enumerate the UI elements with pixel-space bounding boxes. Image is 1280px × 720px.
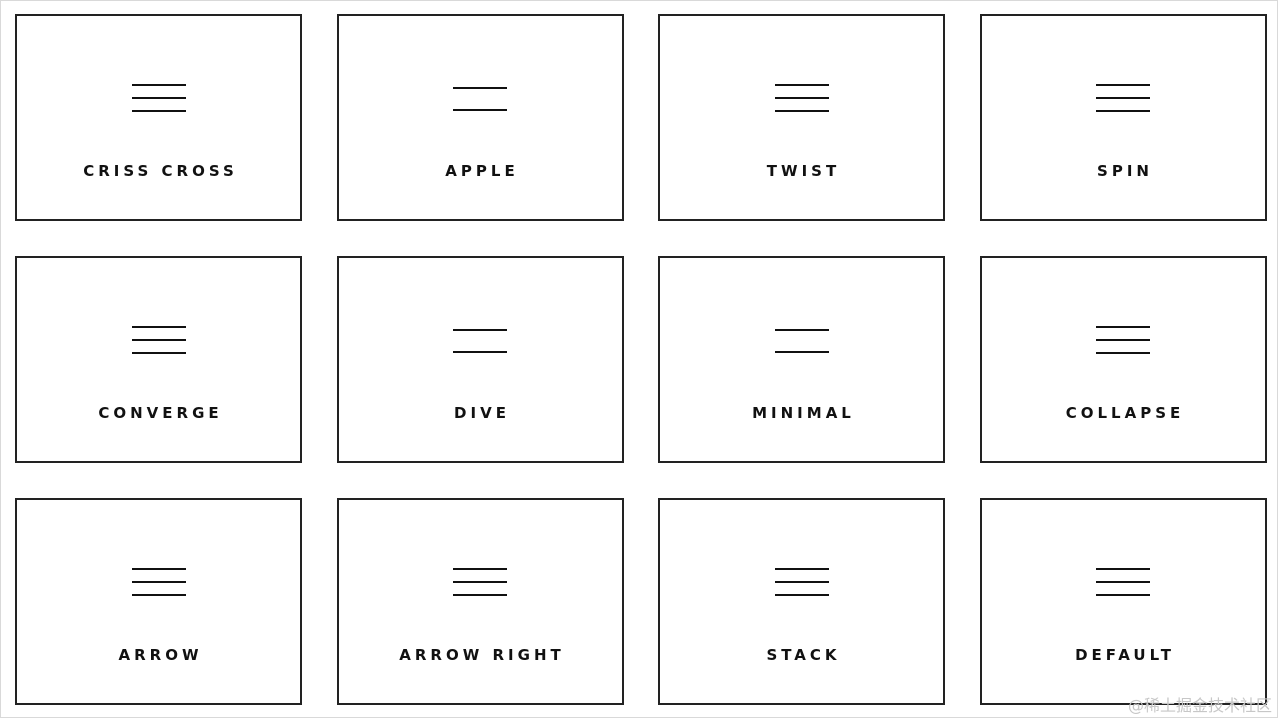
icon-line bbox=[131, 594, 186, 596]
icon-line bbox=[131, 339, 186, 341]
card-collapse[interactable]: COLLAPSE bbox=[979, 256, 1267, 463]
icon-line bbox=[453, 568, 507, 570]
card-label: SPIN bbox=[1097, 162, 1153, 180]
icon-line bbox=[131, 326, 186, 328]
hamburger-menu-icon[interactable] bbox=[131, 324, 186, 354]
card-criss-cross[interactable]: CRISS CROSS bbox=[15, 14, 302, 221]
icon-line bbox=[131, 97, 186, 99]
card-arrow-right[interactable]: ARROW RIGHT bbox=[336, 498, 624, 705]
card-label: APPLE bbox=[445, 162, 519, 180]
card-label: TWIST bbox=[766, 162, 841, 180]
hamburger-menu-icon[interactable] bbox=[131, 82, 186, 112]
icon-line bbox=[1096, 339, 1150, 341]
card-label: DEFAULT bbox=[1075, 646, 1175, 664]
card-label: CONVERGE bbox=[98, 404, 223, 422]
icon-line bbox=[131, 352, 186, 354]
hamburger-menu-icon[interactable] bbox=[1096, 566, 1150, 596]
icon-line bbox=[1096, 352, 1150, 354]
hamburger-menu-icon[interactable] bbox=[1096, 324, 1150, 354]
card-converge[interactable]: CONVERGE bbox=[15, 256, 302, 463]
hamburger-menu-icon[interactable] bbox=[453, 324, 507, 354]
card-label: STACK bbox=[766, 646, 841, 664]
icon-line bbox=[131, 581, 186, 583]
icon-line bbox=[453, 87, 507, 89]
icon-line bbox=[774, 581, 829, 583]
icon-line bbox=[1096, 581, 1150, 583]
icon-line bbox=[453, 594, 507, 596]
card-default[interactable]: DEFAULT bbox=[979, 498, 1267, 705]
icon-line bbox=[774, 97, 829, 99]
icon-line bbox=[1096, 326, 1150, 328]
card-label: MINIMAL bbox=[752, 404, 855, 422]
icon-line bbox=[453, 329, 507, 331]
card-twist[interactable]: TWIST bbox=[658, 14, 945, 221]
card-apple[interactable]: APPLE bbox=[336, 14, 624, 221]
card-label: DIVE bbox=[454, 404, 510, 422]
hamburger-menu-icon[interactable] bbox=[774, 82, 829, 112]
icon-line bbox=[131, 84, 186, 86]
icon-line bbox=[774, 84, 829, 86]
icon-line bbox=[774, 568, 829, 570]
card-dive[interactable]: DIVE bbox=[336, 256, 624, 463]
icon-line bbox=[1096, 594, 1150, 596]
card-spin[interactable]: SPIN bbox=[979, 14, 1267, 221]
icon-line bbox=[774, 594, 829, 596]
icon-line bbox=[1096, 97, 1150, 99]
icon-line bbox=[453, 109, 507, 111]
icon-line bbox=[453, 351, 507, 353]
icon-line bbox=[774, 110, 829, 112]
icon-line bbox=[1096, 568, 1150, 570]
card-label: COLLAPSE bbox=[1065, 404, 1185, 422]
card-minimal[interactable]: MINIMAL bbox=[658, 256, 945, 463]
icon-line bbox=[131, 568, 186, 570]
card-label: ARROW bbox=[118, 646, 203, 664]
icon-line bbox=[774, 329, 829, 331]
icon-line bbox=[1096, 84, 1150, 86]
hamburger-menu-icon[interactable] bbox=[131, 566, 186, 596]
hamburger-menu-icon[interactable] bbox=[774, 566, 829, 596]
watermark: @稀土掘金技术社区 bbox=[1127, 696, 1272, 715]
icon-line bbox=[774, 351, 829, 353]
hamburger-menu-icon[interactable] bbox=[774, 324, 829, 354]
hamburger-menu-icon[interactable] bbox=[453, 82, 507, 112]
card-label: CRISS CROSS bbox=[83, 162, 238, 180]
icon-line bbox=[131, 110, 186, 112]
icon-line bbox=[453, 581, 507, 583]
card-arrow[interactable]: ARROW bbox=[15, 498, 302, 705]
card-label: ARROW RIGHT bbox=[399, 646, 565, 664]
menu-icon-grid: CRISS CROSS APPLE TWIST SPIN CONVERGE DI… bbox=[15, 14, 1267, 705]
hamburger-menu-icon[interactable] bbox=[1096, 82, 1150, 112]
card-stack[interactable]: STACK bbox=[658, 498, 945, 705]
icon-line bbox=[1096, 110, 1150, 112]
hamburger-menu-icon[interactable] bbox=[453, 566, 507, 596]
